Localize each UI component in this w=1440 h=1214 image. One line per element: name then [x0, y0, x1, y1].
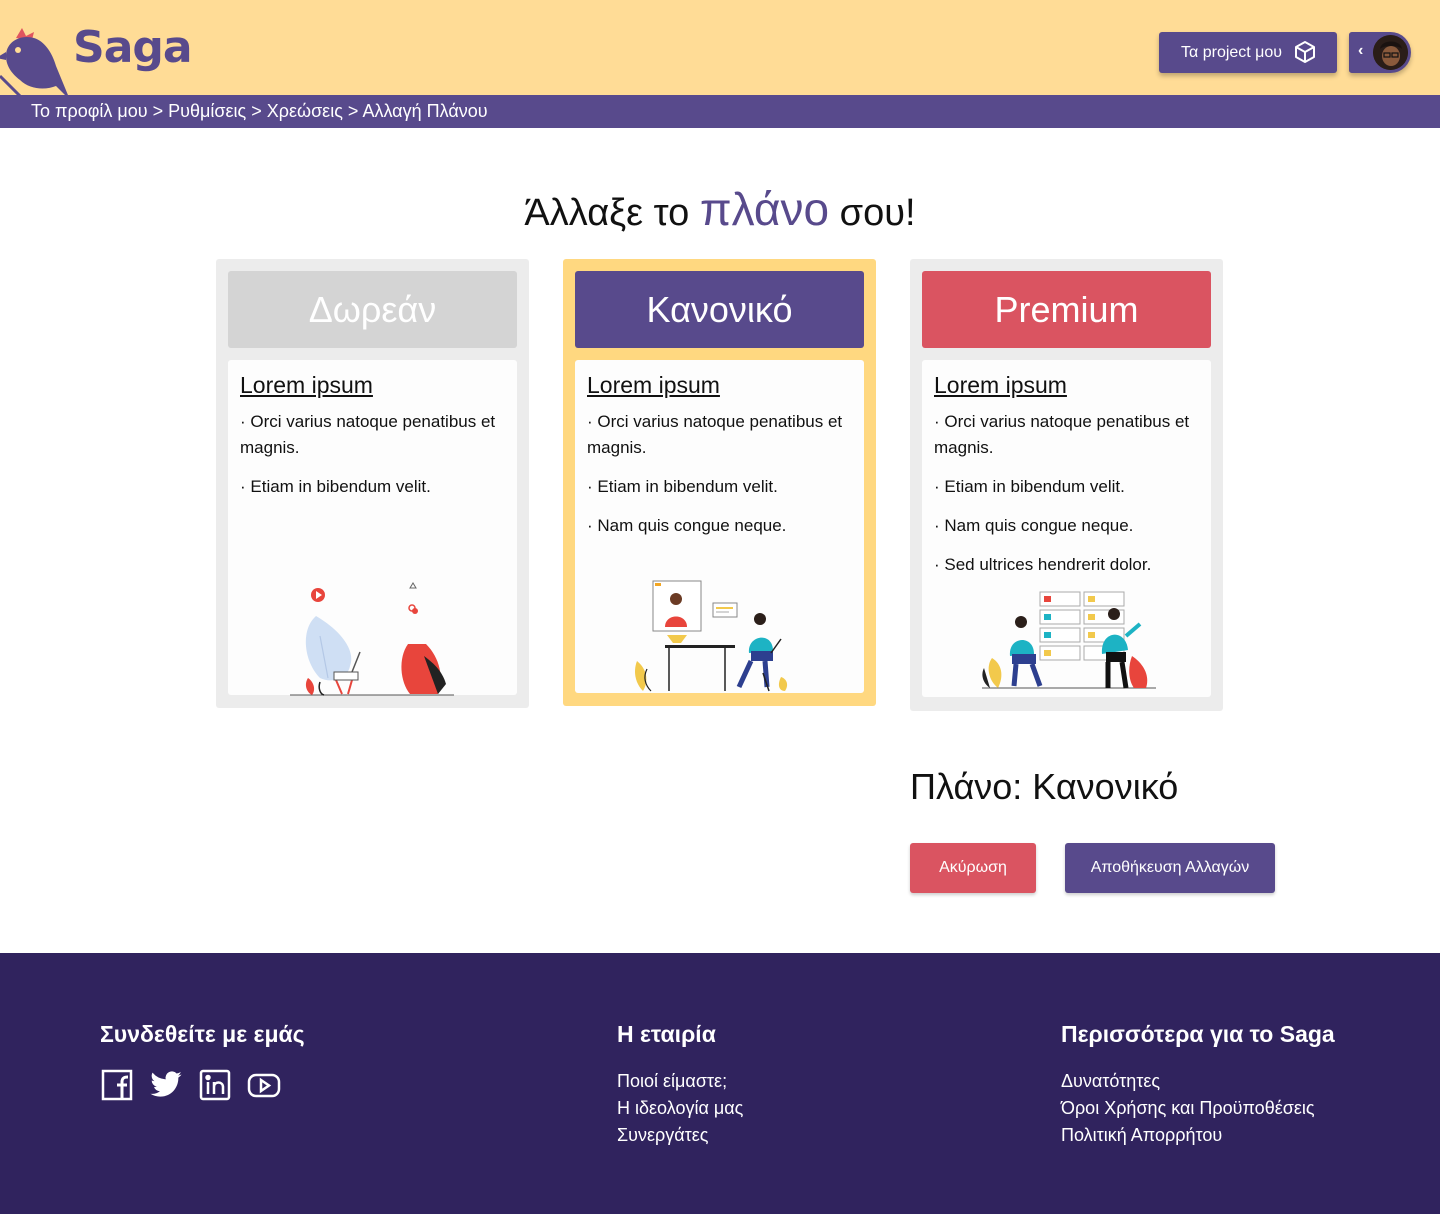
breadcrumb-item-settings[interactable]: Ρυθμίσεις: [168, 101, 246, 121]
plan-illustration-standard: [635, 580, 788, 692]
my-projects-button[interactable]: Τα project μου: [1159, 32, 1337, 73]
plan-name: Κανονικό: [646, 288, 793, 330]
top-header: Saga Τα project μου ‹: [0, 0, 1440, 102]
breadcrumb-item-change-plan: Αλλαγή Πλάνου: [362, 101, 488, 121]
title-before: Άλλαξε το: [524, 192, 690, 234]
bird-logo-icon: [0, 28, 70, 102]
plan-illustration-free: [290, 582, 454, 696]
avatar: [1373, 35, 1408, 70]
cancel-button[interactable]: Ακύρωση: [910, 843, 1036, 893]
save-changes-button[interactable]: Αποθήκευση Αλλαγών: [1065, 843, 1275, 893]
plan-feature: · Etiam in bibendum velit.: [240, 477, 431, 496]
plan-illustration-premium: [982, 591, 1156, 689]
breadcrumb-separator: >: [152, 101, 164, 121]
footer-link-features[interactable]: Δυνατότητες: [1061, 1068, 1335, 1095]
cube-icon: [1295, 41, 1315, 63]
plan-feature: · Etiam in bibendum velit.: [587, 477, 778, 496]
footer-connect: Συνδεθείτε με εμάς: [100, 1021, 305, 1102]
facebook-icon[interactable]: [100, 1068, 134, 1102]
selected-plan-label: Πλάνο: Κανονικό: [910, 766, 1179, 807]
plan-card-premium[interactable]: Premium Lorem ipsum · Orci varius natoqu…: [910, 259, 1223, 711]
plan-feature: · Nam quis congue neque.: [587, 516, 787, 535]
linkedin-icon[interactable]: [198, 1068, 232, 1102]
plan-feature: · Etiam in bibendum velit.: [934, 477, 1125, 496]
plan-header-premium: Premium: [922, 271, 1211, 348]
footer-link-ideology[interactable]: Η ιδεολογία μας: [617, 1095, 743, 1122]
page-title: Άλλαξε το πλάνο σου!: [0, 182, 1440, 236]
plan-name: Δωρεάν: [308, 288, 437, 330]
plan-feature: · Orci varius natoque penatibus et magni…: [240, 412, 496, 457]
plan-feature: · Sed ultrices hendrerit dolor.: [934, 555, 1152, 574]
social-links: [100, 1068, 305, 1102]
twitter-icon[interactable]: [149, 1068, 183, 1102]
plan-heading: Lorem ipsum: [240, 372, 373, 398]
breadcrumb-separator: >: [347, 101, 359, 121]
plan-feature: · Nam quis congue neque.: [934, 516, 1134, 535]
plan-feature: · Orci varius natoque penatibus et magni…: [587, 412, 843, 457]
footer-link-about[interactable]: Ποιοί είμαστε;: [617, 1068, 743, 1095]
breadcrumb-separator: >: [251, 101, 262, 121]
youtube-icon[interactable]: [247, 1068, 281, 1102]
footer-company-title: Η εταιρία: [617, 1021, 716, 1047]
plan-name: Premium: [994, 288, 1139, 330]
footer-link-privacy[interactable]: Πολιτική Απορρήτου: [1061, 1122, 1335, 1149]
breadcrumb-item-billing[interactable]: Χρεώσεις: [267, 101, 343, 121]
breadcrumb-item-profile[interactable]: Το προφίλ μου: [31, 101, 148, 121]
footer: Συνδεθείτε με εμάς Η εταιρία Ποιοί είμασ…: [0, 953, 1440, 1214]
title-accent: πλάνο: [699, 183, 830, 235]
title-after: σου!: [839, 192, 916, 234]
plan-heading: Lorem ipsum: [934, 372, 1067, 398]
plan-feature: · Orci varius natoque penatibus et magni…: [934, 412, 1190, 457]
plan-heading: Lorem ipsum: [587, 372, 720, 398]
plan-header-standard: Κανονικό: [575, 271, 864, 348]
footer-more-title: Περισσότερα για το Saga: [1061, 1021, 1335, 1047]
footer-connect-title: Συνδεθείτε με εμάς: [100, 1021, 305, 1047]
footer-company: Η εταιρία Ποιοί είμαστε; Η ιδεολογία μας…: [617, 1021, 743, 1149]
breadcrumb: Το προφίλ μου > Ρυθμίσεις > Χρεώσεις > Α…: [0, 95, 1440, 128]
footer-link-partners[interactable]: Συνεργάτες: [617, 1122, 743, 1149]
footer-more: Περισσότερα για το Saga Δυνατότητες Όροι…: [1061, 1021, 1335, 1149]
brand-name: Saga: [73, 22, 193, 73]
footer-link-terms[interactable]: Όροι Χρήσης και Προϋποθέσεις: [1061, 1095, 1335, 1122]
chevron-left-icon: ‹: [1358, 42, 1364, 59]
user-menu-button[interactable]: ‹: [1349, 32, 1411, 73]
plan-card-free[interactable]: Δωρεάν Lorem ipsum · Orci varius natoque…: [216, 259, 529, 708]
my-projects-label: Τα project μου: [1181, 43, 1283, 61]
plan-header-free: Δωρεάν: [228, 271, 517, 348]
plan-card-standard[interactable]: Κανονικό Lorem ipsum · Orci varius natoq…: [563, 259, 876, 706]
